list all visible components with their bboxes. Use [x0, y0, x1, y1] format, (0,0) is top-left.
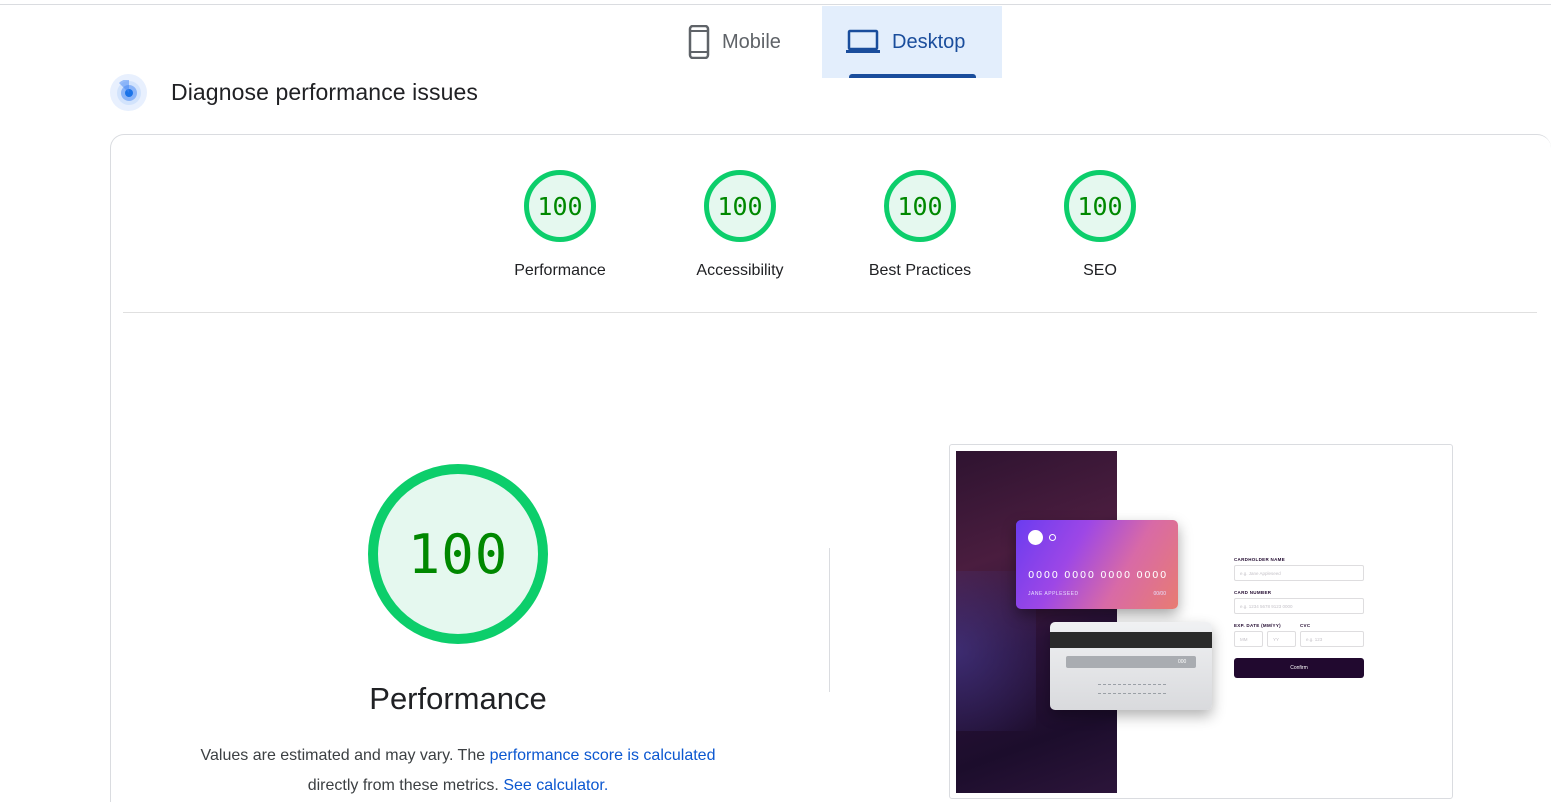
card-back-lines — [1098, 684, 1166, 694]
card-logo-ring — [1049, 534, 1056, 541]
top-border — [0, 4, 1551, 5]
card-exp-text: 00/00 — [1153, 591, 1166, 597]
category-gauges: 100 Performance 100 Accessibility 100 Be… — [470, 170, 1190, 280]
form-label: EXP. DATE (MM/YY) — [1234, 623, 1281, 628]
tab-selected-indicator — [849, 74, 976, 78]
gauge-label: Best Practices — [868, 262, 972, 279]
magnetic-stripe — [1050, 632, 1212, 648]
form-col: CVC e.g. 123 — [1300, 623, 1364, 656]
gauges-divider — [123, 312, 1537, 313]
gauge-best-practices[interactable]: 100 Best Practices — [830, 170, 1010, 280]
laptop-icon — [846, 29, 880, 55]
form-row: EXP. DATE (MM/YY) MM YY CVC e.g. 123 — [1234, 623, 1364, 656]
performance-title: Performance — [369, 681, 547, 716]
form-col: EXP. DATE (MM/YY) MM YY — [1234, 623, 1296, 656]
gauge-label: SEO — [1083, 262, 1117, 279]
smartphone-icon — [688, 25, 710, 59]
gauge-score: 100 — [704, 170, 776, 242]
signature-strip — [1066, 656, 1196, 668]
form-input: e.g. 1234 5678 9123 0000 — [1234, 598, 1364, 614]
radar-icon — [110, 74, 147, 111]
section-header: Diagnose performance issues — [110, 74, 478, 111]
gauge-score: 100 — [884, 170, 956, 242]
form-input: e.g. 123 — [1300, 631, 1364, 647]
gauge-label: Accessibility — [696, 262, 784, 279]
section-title: Diagnose performance issues — [171, 79, 478, 105]
card-cvc-text: 000 — [1178, 659, 1187, 665]
see-calculator-link[interactable]: See calculator. — [503, 777, 608, 794]
card-back-image: 000 — [1050, 622, 1212, 710]
form-input: YY — [1267, 631, 1296, 647]
form-label: CVC — [1300, 623, 1311, 628]
form-input: MM — [1234, 631, 1263, 647]
form-label: CARDHOLDER NAME — [1234, 557, 1285, 562]
gauge-label: Performance — [514, 262, 606, 279]
desc-prefix: Values are estimated and may vary. The — [200, 747, 486, 764]
gauge-performance[interactable]: 100 Performance — [470, 170, 650, 280]
card-logo-circle — [1028, 530, 1043, 545]
desc-middle: directly from these metrics. — [307, 777, 499, 794]
performance-score-gauge: 100 — [368, 464, 548, 644]
tab-mobile[interactable]: Mobile — [672, 6, 822, 78]
performance-description: Values are estimated and may vary. The p… — [138, 741, 778, 801]
gauge-score: 100 — [524, 170, 596, 242]
form-label: CARD NUMBER — [1234, 590, 1272, 595]
device-tabs: Mobile Desktop — [672, 6, 1002, 78]
performance-score-link[interactable]: performance score is calculated — [490, 747, 716, 764]
gauge-seo[interactable]: 100 SEO — [1010, 170, 1190, 280]
form-input: e.g. Jane Appleseed — [1234, 565, 1364, 581]
form-confirm-button: Confirm — [1234, 658, 1364, 678]
gauge-accessibility[interactable]: 100 Accessibility — [650, 170, 830, 280]
vertical-divider — [829, 548, 830, 692]
card-number-text: 0000 0000 0000 0000 — [1028, 570, 1168, 581]
tab-desktop[interactable]: Desktop — [822, 6, 1002, 78]
final-screenshot[interactable]: 0000 0000 0000 0000 JANE APPLESEED 00/00… — [949, 444, 1453, 799]
card-front-image: 0000 0000 0000 0000 JANE APPLESEED 00/00 — [1016, 520, 1178, 609]
form-row: MM YY — [1234, 631, 1296, 656]
tab-desktop-label: Desktop — [892, 30, 966, 53]
card-name-text: JANE APPLESEED — [1028, 591, 1079, 597]
tab-mobile-label: Mobile — [722, 30, 781, 53]
gauge-score: 100 — [1064, 170, 1136, 242]
screenshot-form: CARDHOLDER NAME e.g. Jane Appleseed CARD… — [1234, 557, 1364, 678]
